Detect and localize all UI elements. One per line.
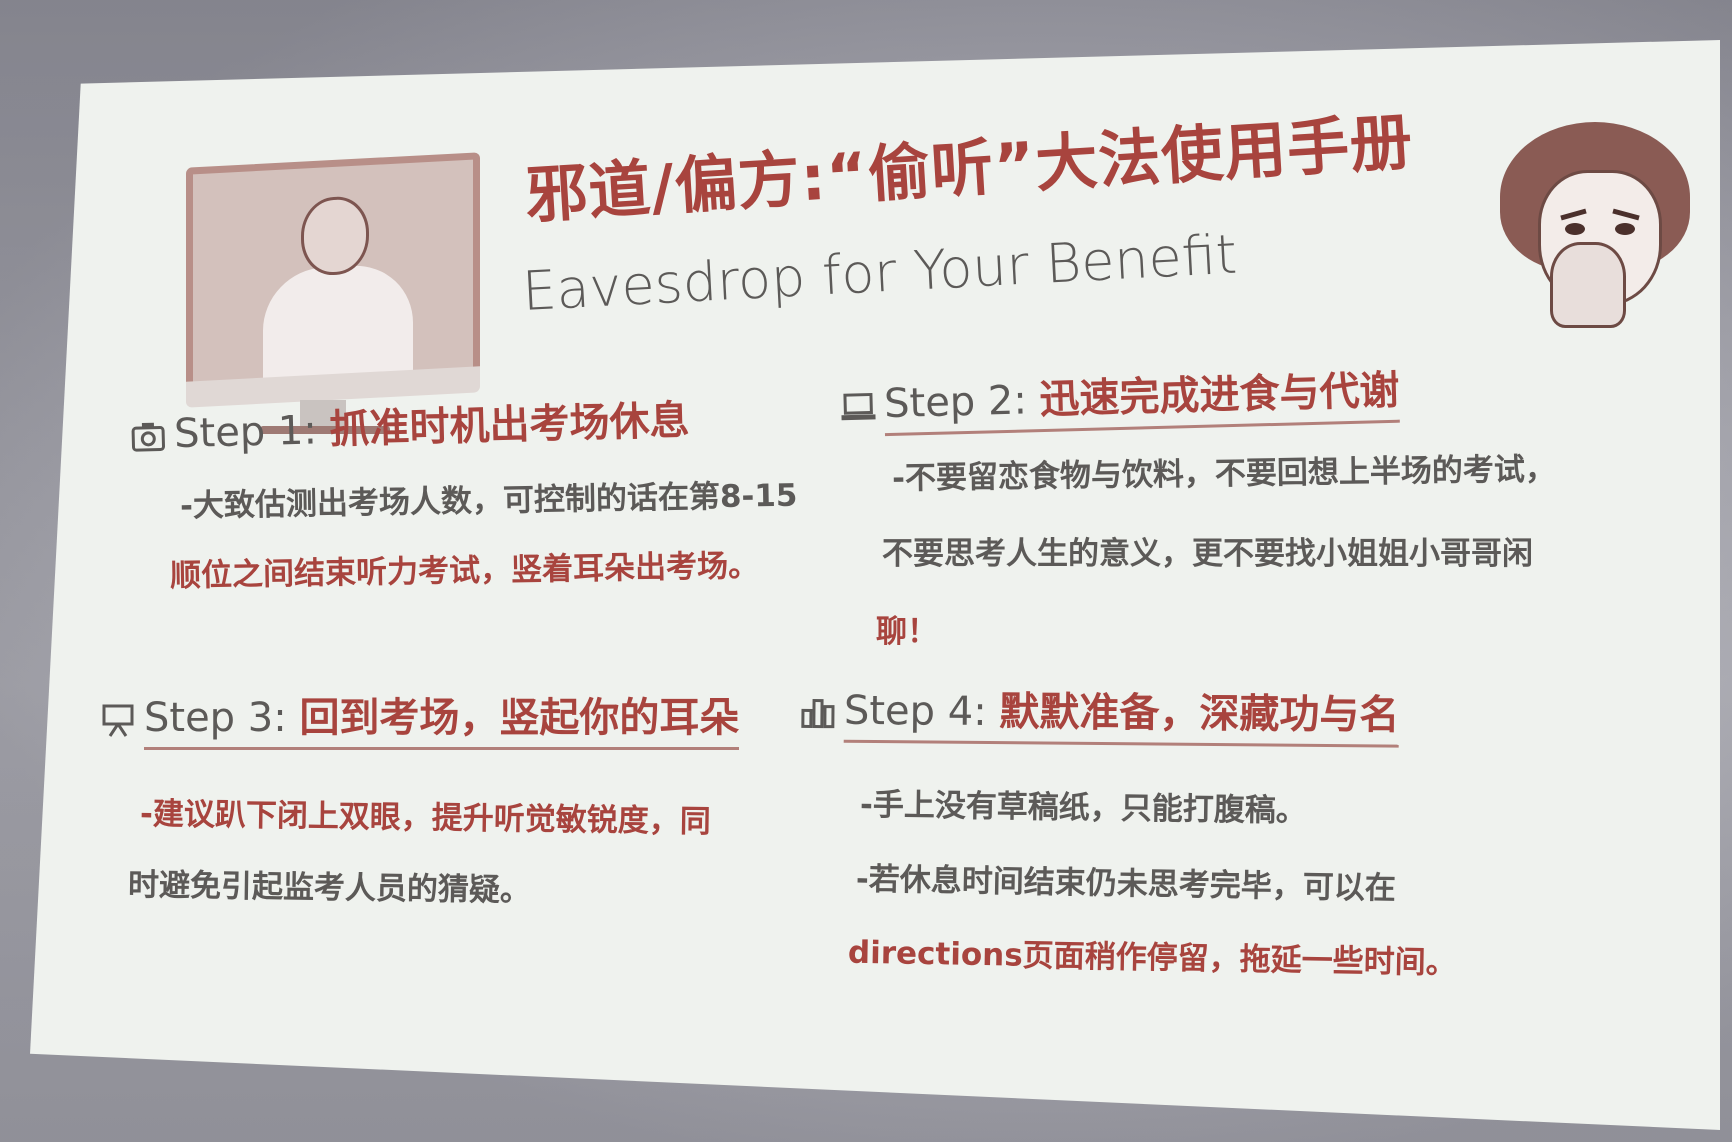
step-4-line-1: -手上没有草稿纸，只能打腹稿。 (859, 786, 1308, 830)
step-4-label: Step 4: (843, 687, 987, 736)
step-2-line-3: 聊！ (876, 614, 938, 650)
laptop-icon (841, 392, 876, 421)
step-2-heading: Step 2: 迅速完成进食与代谢 (839, 358, 1401, 437)
step-1-label: Step 1: (173, 407, 318, 458)
monitor-screen (186, 152, 480, 392)
step-2-line-2: 不要思考人生的意义，更不要找小姐姐小哥哥闲 (882, 536, 1533, 572)
step-4-line-3: directions页面稍作停留，拖延一些时间。 (847, 934, 1457, 982)
step-1-title: 抓准时机出考场休息 (328, 397, 691, 454)
step-3-line-2: 时避免引起监考人员的猜疑。 (127, 867, 532, 909)
step-2-label: Step 2: (883, 377, 1028, 428)
meme-hand (1550, 242, 1626, 328)
step-3-heading: Step 3: 回到考场，竖起你的耳朵 (100, 685, 740, 750)
monitor-illustration (180, 152, 480, 434)
step-2-line-1: -不要留恋食物与饮料，不要回想上半场的考试， (891, 451, 1557, 497)
slide-title: 邪道/偏方:“偷听”大法使用手册 (523, 104, 1416, 233)
step-4-line-2: -若休息时间结束仍未思考完毕，可以在 (855, 861, 1397, 907)
step-1-line-2: 顺位之间结束听力考试，竖着耳朵出考场。 (169, 547, 760, 595)
presentation-icon (102, 704, 134, 737)
step-1-line-1: -大致估测出考场人数，可控制的话在第8-15 (179, 477, 798, 525)
step-4-title: 默默准备，深藏功与名 (999, 689, 1400, 739)
step-3-title: 回到考场，竖起你的耳朵 (299, 695, 740, 741)
person-body (263, 262, 413, 381)
slide-subtitle: Eavesdrop for Your Benefit (520, 222, 1239, 323)
person-head (301, 195, 369, 277)
bar-chart-icon (801, 698, 835, 729)
meme-face (1500, 122, 1700, 328)
step-2-title: 迅速完成进食与代谢 (1038, 367, 1401, 424)
projected-slide: 邪道/偏方:“偷听”大法使用手册 Eavesdrop for Your Bene… (30, 40, 1720, 1130)
step-3-label: Step 3: (144, 695, 287, 741)
camera-icon (131, 422, 166, 452)
step-4-heading: Step 4: 默默准备，深藏功与名 (800, 677, 1400, 748)
step-3-line-1: -建议趴下闭上双眼，提升听觉敏锐度，同 (139, 796, 712, 840)
